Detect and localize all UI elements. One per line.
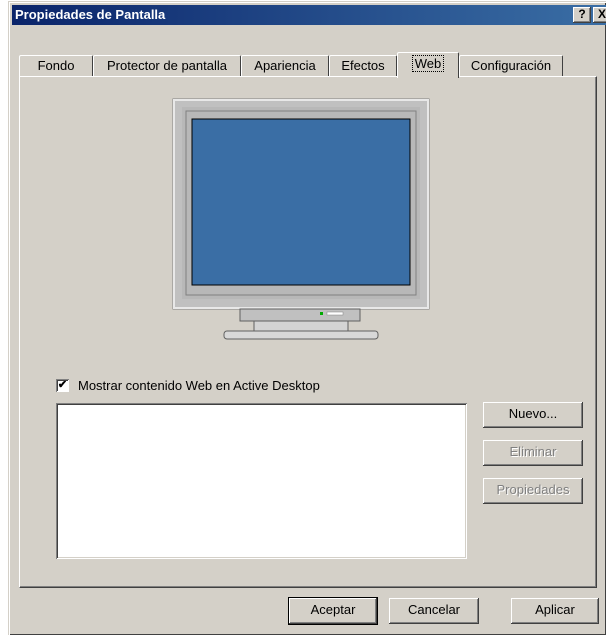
cancel-button[interactable]: Cancelar [389,598,479,624]
monitor-preview [172,98,430,340]
tab-apariencia[interactable]: Apariencia [241,55,329,77]
window-title: Propiedades de Pantalla [15,7,166,22]
tab-fondo[interactable]: Fondo [19,55,93,77]
tab-protector[interactable]: Protector de pantalla [93,55,241,77]
delete-button[interactable]: Eliminar [483,440,583,466]
tab-web[interactable]: Web [397,52,459,78]
properties-button[interactable]: Propiedades [483,478,583,504]
monitor-screen [191,118,411,286]
apply-button[interactable]: Aplicar [511,598,599,624]
display-properties-dialog: Propiedades de Pantalla ? X Fondo Protec… [8,1,606,635]
tab-configuracion[interactable]: Configuración [459,55,563,77]
close-button[interactable]: X [593,7,606,23]
power-led-icon [320,312,323,315]
title-bar[interactable]: Propiedades de Pantalla ? X [12,5,606,25]
active-desktop-label: Mostrar contenido Web en Active Desktop [78,378,320,393]
web-tab-panel: ✔ Mostrar contenido Web en Active Deskto… [19,76,597,588]
new-button[interactable]: Nuevo... [483,402,583,428]
active-desktop-checkbox[interactable]: ✔ [56,379,69,392]
tab-efectos[interactable]: Efectos [329,55,397,77]
web-items-list[interactable] [56,403,467,559]
ok-button[interactable]: Aceptar [289,598,377,624]
help-button[interactable]: ? [573,7,591,23]
